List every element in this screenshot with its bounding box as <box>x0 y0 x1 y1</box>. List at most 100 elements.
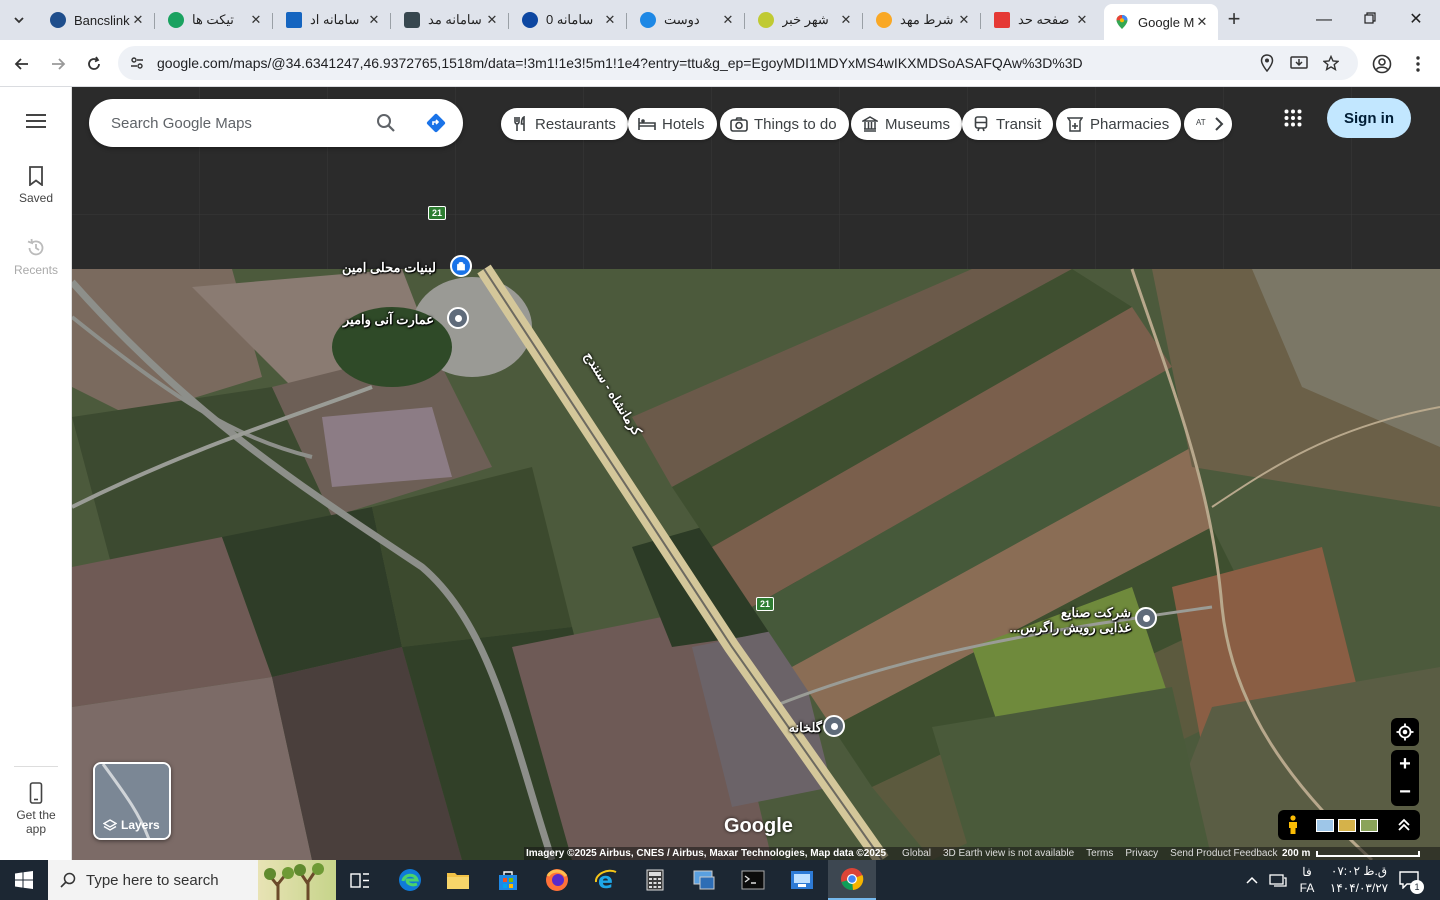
browser-tab[interactable]: صفحه حد ✕ <box>984 4 1098 36</box>
browser-tab[interactable]: شرط مهد ✕ <box>866 4 981 36</box>
bookmark-star-icon[interactable] <box>1320 52 1342 74</box>
place-label-company[interactable]: شرکت صنایع غذایی رویش راگرس... <box>1009 605 1131 635</box>
chip-restaurants[interactable]: Restaurants <box>501 108 628 140</box>
taskbar-terminal[interactable] <box>729 860 777 900</box>
saved-button[interactable]: Saved <box>0 163 72 205</box>
zoom-in-button[interactable]: + <box>1391 750 1419 778</box>
close-tab-icon[interactable]: ✕ <box>838 12 854 28</box>
restore-button[interactable] <box>1350 6 1390 34</box>
tab-search-button[interactable] <box>6 7 32 33</box>
place-pin-building[interactable] <box>447 307 469 329</box>
footer-link-privacy[interactable]: Privacy <box>1125 848 1158 859</box>
address-bar[interactable]: google.com/maps/@34.6341247,46.9372765,1… <box>118 46 1358 80</box>
imagery-thumb-1[interactable] <box>1316 819 1334 832</box>
browser-tab[interactable]: دوست ✕ <box>630 4 745 36</box>
taskbar-network-tool[interactable] <box>778 860 826 900</box>
chips-scroll-next-button[interactable]: AT <box>1184 108 1232 140</box>
place-label[interactable]: گلخانه <box>789 720 822 735</box>
close-tab-icon[interactable]: ✕ <box>366 12 382 28</box>
close-tab-icon[interactable]: ✕ <box>1074 12 1090 28</box>
back-button[interactable] <box>8 50 36 78</box>
browser-tab[interactable]: سامانه اد ✕ <box>276 4 391 36</box>
tray-network-button[interactable] <box>1266 860 1290 900</box>
expand-up-icon[interactable] <box>1398 818 1410 832</box>
tray-overflow-button[interactable] <box>1242 860 1262 900</box>
taskbar-search[interactable]: Type here to search <box>48 860 336 900</box>
svg-text:e: e <box>598 869 613 892</box>
taskbar-clock[interactable]: ق.ظ ۰۷:۰۲ ۱۴۰۴/۰۳/۲۷ <box>1326 863 1392 897</box>
sign-in-button[interactable]: Sign in <box>1327 98 1411 138</box>
taskbar-calculator[interactable] <box>631 860 679 900</box>
place-pin-dairy[interactable] <box>450 255 472 277</box>
arrow-left-icon <box>14 58 28 70</box>
main-menu-button[interactable] <box>0 113 72 132</box>
search-input[interactable] <box>111 112 361 134</box>
install-app-icon[interactable] <box>1288 52 1310 74</box>
place-pin-greenhouse[interactable] <box>823 715 845 737</box>
taskbar-edge[interactable] <box>386 860 434 900</box>
taskbar-chrome[interactable] <box>828 860 876 900</box>
chip-museums[interactable]: Museums <box>851 108 963 140</box>
tab-favicon <box>876 12 892 28</box>
close-tab-icon[interactable]: ✕ <box>1194 14 1210 30</box>
imagery-thumb-3[interactable] <box>1360 819 1378 832</box>
language-indicator[interactable]: فا FA <box>1294 860 1320 900</box>
search-button[interactable] <box>374 111 398 135</box>
footer-link-feedback[interactable]: Send Product Feedback <box>1170 848 1277 859</box>
close-tab-icon[interactable]: ✕ <box>720 12 736 28</box>
pegman-icon[interactable] <box>1287 815 1299 835</box>
close-tab-icon[interactable]: ✕ <box>956 12 972 28</box>
layers-button[interactable]: Layers <box>93 762 171 840</box>
close-window-button[interactable]: ✕ <box>1396 6 1436 34</box>
profile-button[interactable] <box>1368 50 1396 78</box>
street-view-bar <box>1278 810 1420 840</box>
taskbar-firefox[interactable] <box>533 860 581 900</box>
google-apps-button[interactable] <box>1280 105 1306 131</box>
location-icon[interactable] <box>1256 52 1278 74</box>
imagery-thumb-2[interactable] <box>1338 819 1356 832</box>
task-view-button[interactable] <box>336 860 384 900</box>
browser-tab[interactable]: Bancslink ✕ <box>40 4 155 36</box>
new-tab-button[interactable]: + <box>1222 8 1246 32</box>
directions-button[interactable] <box>424 111 448 135</box>
taskbar-internet-explorer[interactable]: e <box>582 860 630 900</box>
browser-tab[interactable]: شهر خبر ✕ <box>748 4 863 36</box>
restore-icon <box>1364 12 1376 24</box>
edge-icon <box>399 869 421 891</box>
browser-tab[interactable]: سامانه مد ✕ <box>394 4 509 36</box>
taskbar-store[interactable] <box>484 860 532 900</box>
taskbar-remote-desktop[interactable] <box>680 860 728 900</box>
zoom-out-button[interactable]: − <box>1391 778 1419 806</box>
footer-link-global[interactable]: Global <box>902 848 931 859</box>
start-button[interactable] <box>0 860 48 900</box>
close-tab-icon[interactable]: ✕ <box>248 12 264 28</box>
close-tab-icon[interactable]: ✕ <box>602 12 618 28</box>
chip-transit[interactable]: Transit <box>962 108 1054 140</box>
close-tab-icon[interactable]: ✕ <box>130 12 146 28</box>
scale-bar[interactable]: 200 m <box>1282 848 1421 859</box>
get-app-button[interactable]: Get the app <box>0 780 72 836</box>
chip-pharmacies[interactable]: Pharmacies <box>1056 108 1182 140</box>
browser-menu-button[interactable] <box>1404 50 1432 78</box>
footer-link-terms[interactable]: Terms <box>1086 848 1113 859</box>
browser-tab[interactable]: سامانه 0 ✕ <box>512 4 627 36</box>
chip-hotels[interactable]: Hotels <box>628 108 717 140</box>
place-label[interactable]: عمارت آنی وامیر <box>343 312 434 327</box>
notification-center-button[interactable]: 1 <box>1394 860 1424 900</box>
map-canvas[interactable]: Restaurants Hotels Things to do Museums … <box>72 87 1440 860</box>
browser-toolbar: google.com/maps/@34.6341247,46.9372765,1… <box>0 40 1440 87</box>
browser-tab[interactable]: تیکت ها ✕ <box>158 4 273 36</box>
taskbar-file-explorer[interactable] <box>434 860 482 900</box>
chip-things-to-do[interactable]: Things to do <box>720 108 849 140</box>
close-tab-icon[interactable]: ✕ <box>484 12 500 28</box>
site-info-icon[interactable] <box>126 52 148 74</box>
forward-button[interactable] <box>44 50 72 78</box>
place-pin-company[interactable] <box>1135 607 1157 629</box>
my-location-button[interactable] <box>1391 718 1419 746</box>
minimize-button[interactable]: — <box>1304 6 1344 34</box>
chip-label: Restaurants <box>535 115 616 133</box>
browser-tab-active[interactable]: Google M ✕ <box>1104 4 1218 40</box>
recents-button[interactable]: Recents <box>0 235 72 277</box>
reload-button[interactable] <box>80 50 108 78</box>
place-label[interactable]: لبنیات محلی امین <box>342 260 436 275</box>
